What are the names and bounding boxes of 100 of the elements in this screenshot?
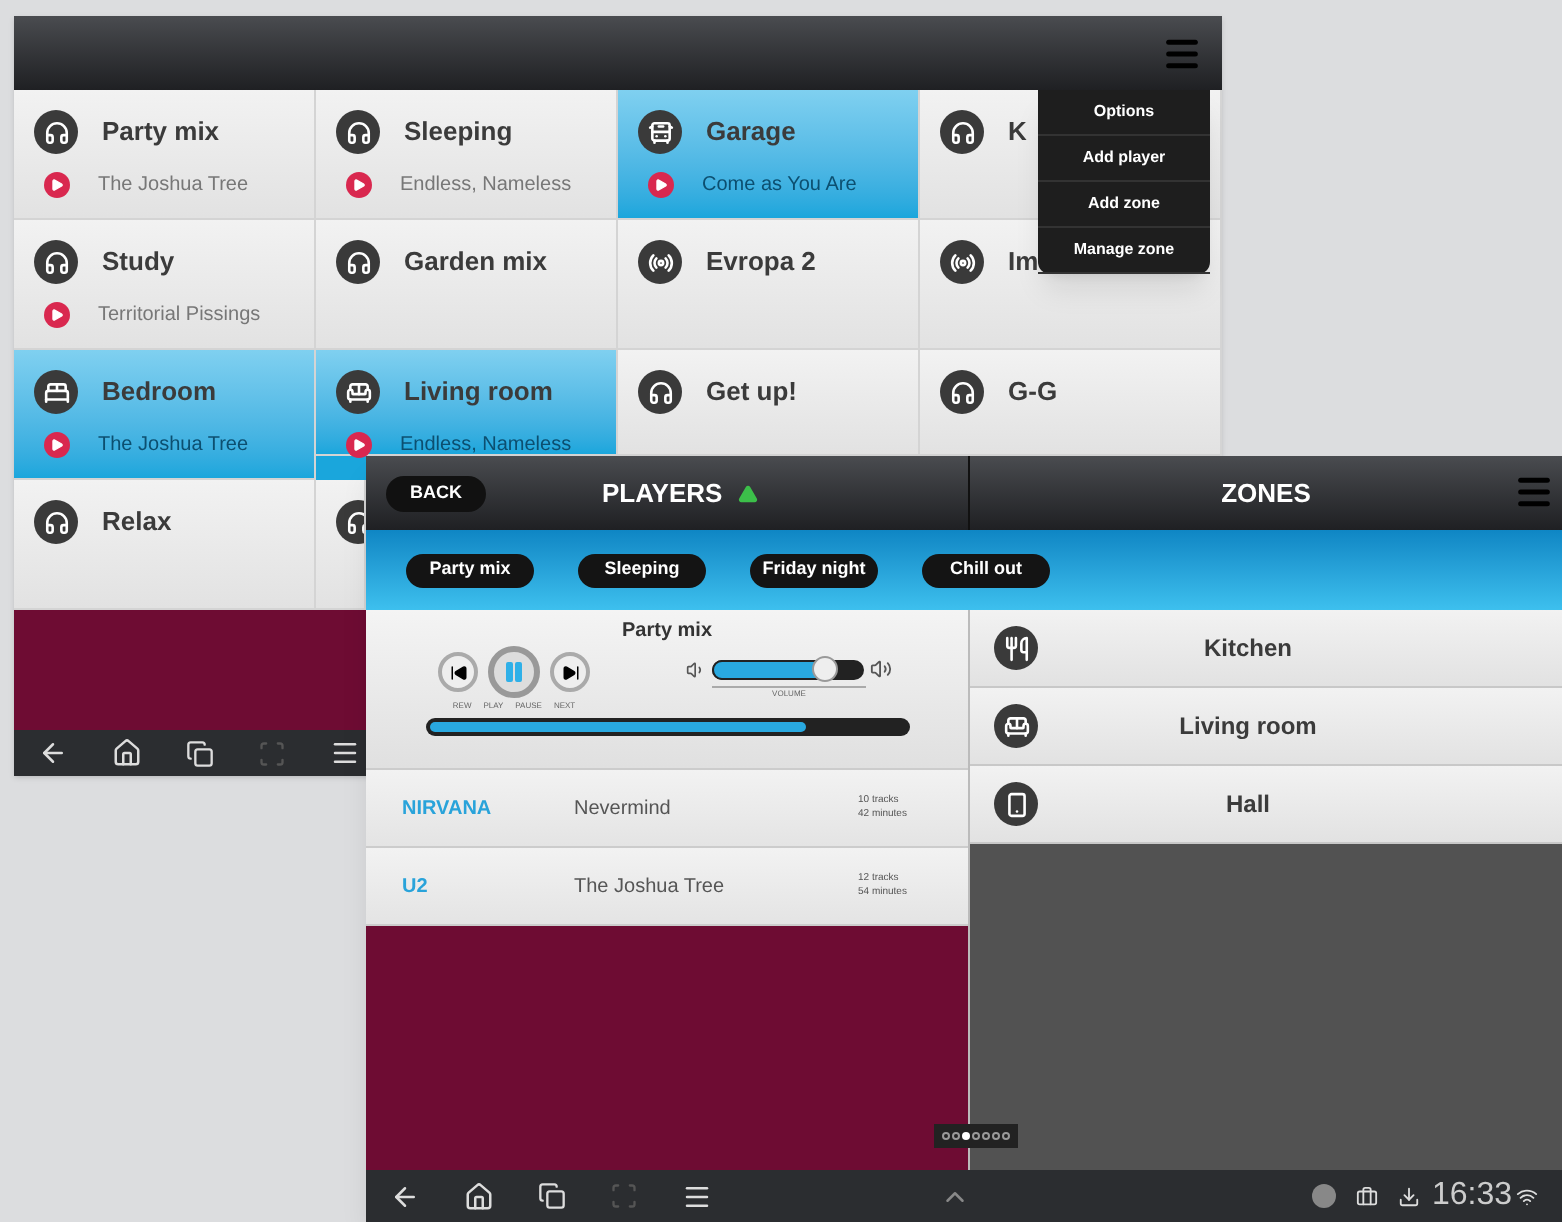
player-name: Living room xyxy=(404,374,553,411)
album-title: The Joshua Tree xyxy=(574,873,727,901)
player-name: Im xyxy=(1008,244,1039,281)
player-tile[interactable]: Sleeping Endless, Nameless xyxy=(316,90,618,220)
play-triangle-icon xyxy=(352,438,366,452)
play-icon[interactable] xyxy=(44,172,70,198)
headphones-icon xyxy=(336,240,380,284)
menu-item[interactable]: Options xyxy=(1038,90,1210,136)
player-name: Get up! xyxy=(706,374,797,411)
player-tile[interactable]: Study Territorial Pissings xyxy=(14,220,316,350)
wifi-icon xyxy=(1516,1185,1538,1207)
zone-row[interactable]: Hall xyxy=(970,766,1562,844)
rewind-button[interactable] xyxy=(438,652,478,692)
track-title: Territorial Pissings xyxy=(98,302,261,330)
play-icon[interactable] xyxy=(346,172,372,198)
player-tile[interactable]: Garden mix xyxy=(316,220,618,350)
player-tile[interactable]: Bedroom The Joshua Tree xyxy=(14,350,316,480)
phone-icon xyxy=(994,782,1038,826)
player-tab[interactable]: Friday night xyxy=(750,553,878,587)
menu-icon[interactable] xyxy=(330,738,360,768)
play-icon[interactable] xyxy=(648,172,674,198)
slider-thumb[interactable] xyxy=(812,655,838,681)
player-name: Garage xyxy=(706,114,796,151)
play-icon[interactable] xyxy=(346,432,372,458)
menu-item[interactable]: Add player xyxy=(1038,136,1210,182)
player-tile[interactable]: G-G xyxy=(920,350,1222,456)
notification-icon[interactable] xyxy=(1311,1184,1336,1208)
headphones-icon xyxy=(940,110,984,154)
player-tile[interactable]: Party mix The Joshua Tree xyxy=(14,90,316,220)
menu-item[interactable]: Add zone xyxy=(1038,182,1210,228)
download-icon[interactable] xyxy=(1397,1185,1420,1207)
radio-icon xyxy=(940,240,984,284)
player-tab[interactable]: Chill out xyxy=(922,553,1050,587)
headphones-icon xyxy=(34,240,78,284)
zone-row[interactable]: Living room xyxy=(970,688,1562,766)
album-title: Nevermind xyxy=(574,795,673,823)
artist-name: U2 xyxy=(402,873,430,901)
recent-apps-icon[interactable] xyxy=(186,739,214,767)
player-tile[interactable]: Get up! xyxy=(618,350,920,456)
headphones-icon xyxy=(336,110,380,154)
player-tile[interactable]: Relax xyxy=(14,480,316,610)
volume-low-icon xyxy=(686,659,706,679)
back-button[interactable]: BACK xyxy=(386,475,486,511)
play-icon[interactable] xyxy=(44,302,70,328)
home-icon[interactable] xyxy=(464,1181,494,1211)
player-name: Evropa 2 xyxy=(706,244,816,281)
play-triangle-icon xyxy=(50,438,64,452)
menu-item[interactable]: Manage zone xyxy=(1038,228,1210,274)
play-triangle-icon xyxy=(50,178,64,192)
artist-name: NIRVANA xyxy=(402,795,494,823)
volume-high-icon xyxy=(870,658,892,680)
track-title: The Joshua Tree xyxy=(98,432,249,460)
home-icon[interactable] xyxy=(112,738,142,768)
track-title: Come as You Are xyxy=(702,172,857,200)
play-triangle-icon xyxy=(50,308,64,322)
player-tab[interactable]: Party mix xyxy=(406,553,534,587)
headphones-icon xyxy=(34,500,78,544)
menu-icon[interactable] xyxy=(682,1181,712,1211)
bed-icon xyxy=(34,370,78,414)
bus-icon xyxy=(638,110,682,154)
back-icon[interactable] xyxy=(390,1181,420,1211)
sofa-icon xyxy=(994,704,1038,748)
player-tile[interactable]: Garage Come as You Are xyxy=(618,90,920,220)
play-triangle-icon xyxy=(654,178,668,192)
player-name: Garden mix xyxy=(404,244,548,281)
briefcase-icon[interactable] xyxy=(1355,1185,1378,1207)
zones-title: ZONES xyxy=(1221,475,1311,512)
clock-time: 16:33 xyxy=(1431,1176,1512,1216)
rewind-icon xyxy=(449,663,467,681)
radio-icon xyxy=(638,240,682,284)
progress-bar[interactable] xyxy=(425,718,909,736)
back-icon[interactable] xyxy=(38,738,68,768)
track-title: Endless, Nameless xyxy=(400,432,572,460)
player-name: Sleeping xyxy=(404,114,513,151)
zone-name: Kitchen xyxy=(1201,632,1294,666)
zone-row[interactable]: Kitchen xyxy=(970,610,1562,688)
sofa-icon xyxy=(336,370,380,414)
headphones-icon xyxy=(638,370,682,414)
player-tab[interactable]: Sleeping xyxy=(578,553,706,587)
player-tile[interactable] xyxy=(316,480,366,610)
player-tile[interactable]: Evropa 2 xyxy=(618,220,920,350)
player-name: G-G xyxy=(1008,374,1058,411)
play-icon[interactable] xyxy=(44,432,70,458)
player-name: Bedroom xyxy=(102,374,217,411)
recent-apps-icon[interactable] xyxy=(538,1182,566,1210)
zone-name: Living room xyxy=(1177,710,1319,744)
volume-slider[interactable] xyxy=(712,659,864,679)
headphones-icon xyxy=(336,500,364,544)
next-icon xyxy=(561,663,579,681)
pause-icon xyxy=(502,660,526,684)
triangle-icon[interactable] xyxy=(738,483,759,503)
headphones-icon xyxy=(34,110,78,154)
players-title: PLAYERS xyxy=(602,475,723,512)
player-name: Relax xyxy=(102,504,172,541)
player-name: Party mix xyxy=(102,114,220,151)
track-title: Endless, Nameless xyxy=(400,172,572,200)
player-name: K xyxy=(1008,114,1027,151)
player-tile[interactable]: Living room Endless, Nameless xyxy=(316,350,618,456)
next-button[interactable] xyxy=(550,652,590,692)
zone-name: Hall xyxy=(1223,788,1272,822)
